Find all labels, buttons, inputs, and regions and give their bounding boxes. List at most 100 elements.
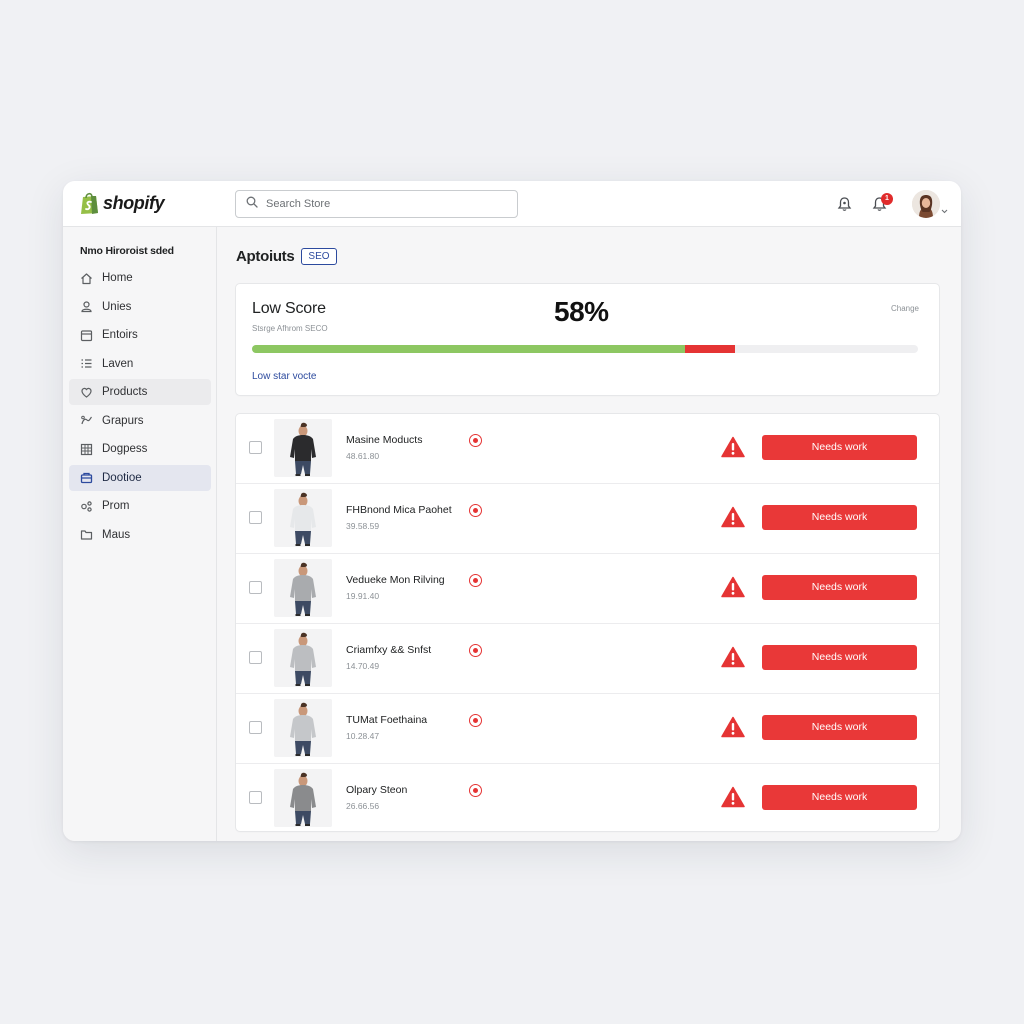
sidebar-item-label: Maus — [102, 528, 131, 541]
score-card: Low Score Stsrge Afhrom SECO 58% Change … — [236, 284, 939, 395]
notification-badge: 1 — [881, 193, 893, 205]
score-percent: 58% — [554, 296, 609, 327]
score-link[interactable]: Low star vocte — [252, 371, 316, 382]
product-name[interactable]: Olpary Steon — [346, 784, 407, 796]
needs-work-button[interactable]: Needs work — [762, 435, 917, 460]
warning-icon — [721, 506, 745, 528]
brand-name: shopify — [103, 192, 165, 213]
row-checkbox[interactable] — [249, 581, 262, 594]
sidebar-item-maus[interactable]: Maus — [69, 522, 211, 548]
product-name[interactable]: FHBnond Mica Paohet — [346, 504, 452, 516]
score-change-label[interactable]: Change — [891, 304, 919, 313]
product-thumbnail[interactable] — [274, 489, 332, 547]
product-thumbnail[interactable] — [274, 559, 332, 617]
warning-icon — [721, 576, 745, 598]
analytics-icon — [80, 414, 93, 427]
app-window: shopify 1 Nmo Hiroroist — [63, 181, 961, 841]
score-subtitle: Stsrge Afhrom SECO — [252, 324, 328, 333]
product-name[interactable]: Criamfxy && Snfst — [346, 644, 431, 656]
product-meta: 39.58.59 — [346, 521, 380, 531]
sidebar-item-entoirs[interactable]: Entoirs — [69, 322, 211, 348]
shopify-logo[interactable]: shopify — [80, 191, 165, 215]
grid-icon — [80, 443, 93, 456]
product-meta: 48.61.80 — [346, 451, 380, 461]
product-meta: 10.28.47 — [346, 731, 380, 741]
needs-work-button[interactable]: Needs work — [762, 785, 917, 810]
row-checkbox[interactable] — [249, 791, 262, 804]
status-indicator-icon — [469, 434, 482, 447]
warning-icon — [721, 716, 745, 738]
search-input[interactable] — [266, 198, 496, 210]
row-checkbox[interactable] — [249, 511, 262, 524]
product-thumbnail[interactable] — [274, 699, 332, 757]
store-icon — [80, 471, 93, 484]
product-thumbnail[interactable] — [274, 769, 332, 827]
page-header: Aptoiuts SEO — [236, 248, 337, 265]
table-row[interactable]: Vedueke Mon Rilving 19.91.40 Needs work — [236, 554, 939, 624]
table-row[interactable]: Olpary Steon 26.66.56 Needs work — [236, 764, 939, 831]
marketing-icon — [80, 500, 93, 513]
page-title: Aptoiuts — [236, 248, 295, 265]
sidebar-item-home[interactable]: Home — [69, 265, 211, 291]
sidebar-item-label: Dootioe — [102, 471, 142, 484]
product-thumbnail[interactable] — [274, 419, 332, 477]
sidebar-item-label: Grapurs — [102, 414, 144, 427]
chevron-down-icon[interactable] — [941, 201, 948, 219]
list-icon — [80, 357, 93, 370]
status-indicator-icon — [469, 644, 482, 657]
sidebar-nav: Home Unies Entoirs Laven Products Grapurs Dogp… — [69, 265, 211, 550]
product-name[interactable]: Masine Moducts — [346, 434, 422, 446]
status-indicator-icon — [469, 574, 482, 587]
sidebar-item-label: Prom — [102, 500, 130, 512]
needs-work-button[interactable]: Needs work — [762, 715, 917, 740]
folder-icon — [80, 528, 93, 541]
sidebar-item-prom[interactable]: Prom — [69, 493, 211, 519]
product-name[interactable]: TUMat Foethaina — [346, 714, 427, 726]
sidebar-item-label: Dogpess — [102, 443, 148, 455]
table-row[interactable]: Criamfxy && Snfst 14.70.49 Needs work — [236, 624, 939, 694]
sidebar-item-grapurs[interactable]: Grapurs — [69, 408, 211, 434]
top-bar: shopify 1 — [63, 181, 961, 227]
sidebar-item-label: Products — [102, 386, 148, 398]
seo-tag[interactable]: SEO — [301, 248, 337, 265]
row-checkbox[interactable] — [249, 441, 262, 454]
products-table: Masine Moducts 48.61.80 Needs work FHBnond … — [236, 414, 939, 831]
user-avatar[interactable] — [912, 190, 940, 218]
needs-work-button[interactable]: Needs work — [762, 575, 917, 600]
sidebar-item-label: Entoirs — [102, 329, 138, 341]
table-row[interactable]: FHBnond Mica Paohet 39.58.59 Needs work — [236, 484, 939, 554]
product-thumbnail[interactable] — [274, 629, 332, 687]
table-row[interactable]: Masine Moducts 48.61.80 Needs work — [236, 414, 939, 484]
sidebar-item-unies[interactable]: Unies — [69, 294, 211, 320]
sidebar-item-laven[interactable]: Laven — [69, 351, 211, 377]
table-row[interactable]: TUMat Foethaina 10.28.47 Needs work — [236, 694, 939, 764]
score-progress-bar — [252, 345, 918, 353]
sidebar-item-dogpess[interactable]: Dogpess — [69, 436, 211, 462]
user-icon — [80, 300, 93, 313]
row-checkbox[interactable] — [249, 651, 262, 664]
tag-icon — [80, 386, 93, 399]
sidebar-item-label: Home — [102, 272, 133, 284]
warning-icon — [721, 786, 745, 808]
product-meta: 19.91.40 — [346, 591, 380, 601]
home-icon — [80, 272, 93, 285]
status-indicator-icon — [469, 714, 482, 727]
needs-work-button[interactable]: Needs work — [762, 645, 917, 670]
product-meta: 14.70.49 — [346, 661, 380, 671]
product-name[interactable]: Vedueke Mon Rilving — [346, 574, 445, 586]
store-name: Nmo Hiroroist sded — [80, 245, 174, 257]
search-icon — [246, 195, 258, 213]
sidebar-item-products[interactable]: Products — [69, 379, 211, 405]
warning-icon — [721, 436, 745, 458]
needs-work-button[interactable]: Needs work — [762, 505, 917, 530]
status-indicator-icon — [469, 504, 482, 517]
row-checkbox[interactable] — [249, 721, 262, 734]
sidebar: Nmo Hiroroist sded Home Unies Entoirs Laven… — [63, 227, 217, 841]
search-bar[interactable] — [235, 190, 518, 218]
warning-icon — [721, 646, 745, 668]
bell-icon[interactable] — [834, 194, 854, 214]
sidebar-item-dootioe[interactable]: Dootioe — [69, 464, 211, 491]
orders-icon — [80, 329, 93, 342]
sidebar-item-label: Unies — [102, 300, 132, 313]
shopify-bag-icon — [80, 191, 99, 215]
